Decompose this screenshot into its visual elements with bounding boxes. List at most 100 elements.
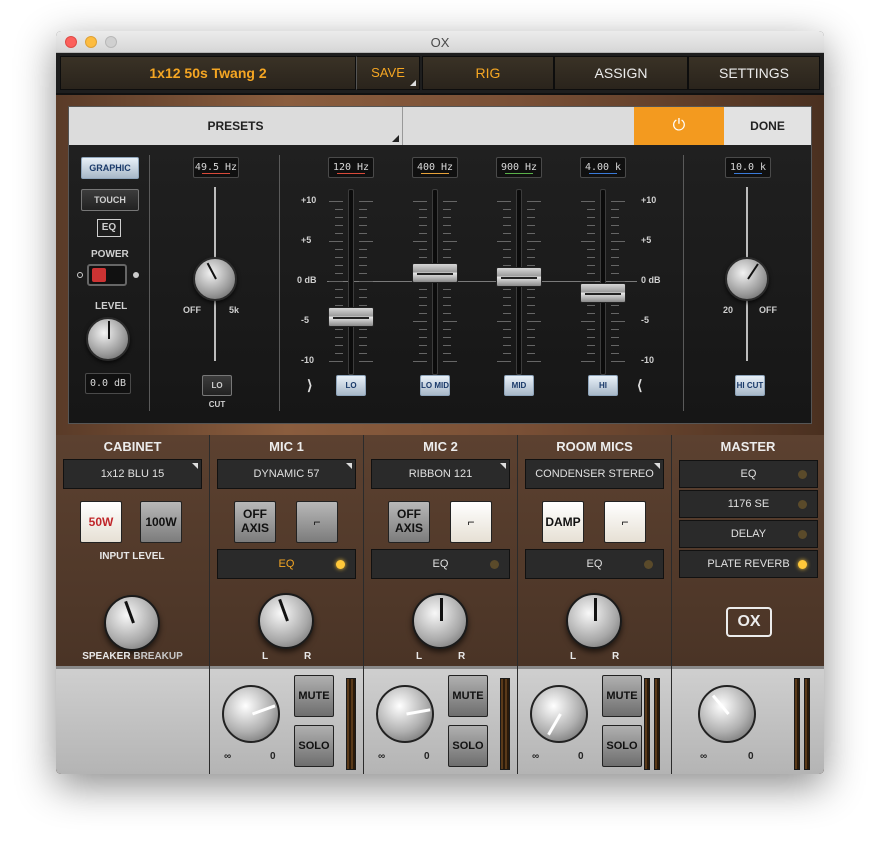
master-fx-delay-led (798, 530, 807, 539)
done-button[interactable]: DONE (724, 107, 811, 145)
room-width-knob-pointer (594, 598, 597, 621)
fader-tick (335, 217, 343, 218)
mic1-off-axis-button[interactable]: OFF AXIS (234, 501, 276, 543)
mic2-top: MIC 2 RIBBON 121 OFF AXIS ⌐ EQ L R (364, 435, 517, 666)
band-freq-display: 4.00 k (580, 157, 626, 178)
mic1-select[interactable]: DYNAMIC 57 (217, 459, 356, 489)
mic2-off-axis-button[interactable]: OFF AXIS (388, 501, 430, 543)
fader-tick (611, 201, 625, 202)
eq-logo: EQ (97, 219, 121, 237)
room-width-knob[interactable] (566, 593, 622, 649)
band-color-underline (505, 173, 533, 174)
room-select[interactable]: CONDENSER STEREO (525, 459, 664, 489)
hicut-button[interactable]: HI CUT (735, 375, 765, 396)
band-freq-value: 120 Hz (332, 162, 370, 173)
band-enable-button[interactable]: HI (588, 375, 618, 396)
fader-tick (527, 289, 535, 290)
mic1-pan-l-label: L (262, 651, 269, 662)
band-fader-knob[interactable] (580, 283, 626, 303)
fader-tick (497, 201, 511, 202)
mic2-solo-button[interactable]: SOLO (448, 725, 488, 767)
locut-knob[interactable] (193, 257, 237, 301)
mic2-mute-button[interactable]: MUTE (448, 675, 488, 717)
cabinet-title: CABINET (103, 439, 162, 454)
mic1-eq-button[interactable]: EQ (217, 549, 356, 579)
band-freq-value: 4.00 k (584, 162, 622, 173)
fader-tick (443, 297, 451, 298)
mic2-lowcut-button[interactable]: ⌐ (450, 501, 492, 543)
mic1-vol-max-label: 0 (270, 751, 276, 762)
mic2-pan-knob[interactable] (412, 593, 468, 649)
master-fx-delay[interactable]: DELAY (679, 520, 818, 548)
room-volume-knob[interactable] (530, 685, 588, 743)
master-volume-knob[interactable] (698, 685, 756, 743)
speaker-breakup-knob[interactable] (104, 595, 160, 651)
fader-tick (527, 209, 535, 210)
mic1-pan-r-label: R (304, 651, 312, 662)
preset-name[interactable]: 1x12 50s Twang 2 (60, 56, 356, 90)
locut-button[interactable]: LO CUT (202, 375, 232, 409)
fader-tick (329, 281, 343, 282)
master-fx-1176[interactable]: 1176 SE (679, 490, 818, 518)
locut-freq-value: 49.5 Hz (194, 162, 238, 173)
room-damp-button[interactable]: DAMP (542, 501, 584, 543)
mic2-eq-button[interactable]: EQ (371, 549, 510, 579)
cabinet-select[interactable]: 1x12 BLU 15 (63, 459, 202, 489)
band-enable-button[interactable]: MID (504, 375, 534, 396)
hicut-knob[interactable] (725, 257, 769, 301)
mic1-select-triangle-icon (346, 463, 352, 469)
mic1-lowcut-button[interactable]: ⌐ (296, 501, 338, 543)
50w-button[interactable]: 50W (80, 501, 122, 543)
mic1-volume-knob[interactable] (222, 685, 280, 743)
band-fader-knob[interactable] (412, 263, 458, 283)
room-solo-button[interactable]: SOLO (602, 725, 642, 767)
touch-mode-button[interactable]: TOUCH (81, 189, 139, 211)
tab-settings[interactable]: SETTINGS (688, 56, 820, 90)
tab-assign[interactable]: ASSIGN (554, 56, 688, 90)
band-color-underline (337, 173, 365, 174)
fader-tick (527, 217, 535, 218)
mic1-solo-button[interactable]: SOLO (294, 725, 334, 767)
mic1-pan-knob[interactable] (258, 593, 314, 649)
band-fader-knob[interactable] (328, 307, 374, 327)
room-eq-button[interactable]: EQ (525, 549, 664, 579)
mic1-select-value: DYNAMIC 57 (253, 468, 320, 480)
level-label: LEVEL (95, 301, 128, 312)
fader-tick (611, 217, 619, 218)
mic1-eq-led (336, 560, 345, 569)
mic2-select[interactable]: RIBBON 121 (371, 459, 510, 489)
band-freq-value: 400 Hz (416, 162, 454, 173)
master-fx-eq[interactable]: EQ (679, 460, 818, 488)
master-level-meter-right (804, 678, 810, 770)
eq-power-button[interactable]: ⏻ (634, 107, 724, 145)
fader-tick (359, 273, 367, 274)
tab-rig[interactable]: RIG (422, 56, 554, 90)
app-window: OX 1x12 50s Twang 2 SAVE RIG ASSIGN SETT… (56, 31, 824, 774)
band-enable-button[interactable]: LO MID (420, 375, 450, 396)
hicut-min-label: 20 (723, 305, 734, 315)
fader-tick (419, 313, 427, 314)
master-fx-eq-led (798, 470, 807, 479)
mic1-mute-button[interactable]: MUTE (294, 675, 334, 717)
graphic-mode-button[interactable]: GRAPHIC (81, 157, 139, 179)
100w-button[interactable]: 100W (140, 501, 182, 543)
power-switch[interactable] (87, 264, 127, 286)
band-enable-button[interactable]: LO (336, 375, 366, 396)
fader-tick (443, 233, 451, 234)
save-button[interactable]: SAVE (356, 56, 420, 90)
presets-dropdown[interactable]: PRESETS (69, 107, 403, 145)
mic2-volume-knob[interactable] (376, 685, 434, 743)
level-knob[interactable] (86, 317, 130, 361)
lowcut-filter-icon: ⌐ (467, 515, 475, 529)
locut-off-label: OFF (183, 305, 201, 315)
fader-tick (359, 201, 373, 202)
room-lowcut-button[interactable]: ⌐ (604, 501, 646, 543)
fader-tick (587, 249, 595, 250)
fader-tick (581, 281, 595, 282)
locut-color-underline (202, 173, 230, 174)
master-fx-plate-reverb[interactable]: PLATE REVERB (679, 550, 818, 578)
room-mute-button[interactable]: MUTE (602, 675, 642, 717)
room-title: ROOM MICS (556, 439, 633, 454)
band-fader-knob[interactable] (496, 267, 542, 287)
fader-tick (527, 337, 535, 338)
